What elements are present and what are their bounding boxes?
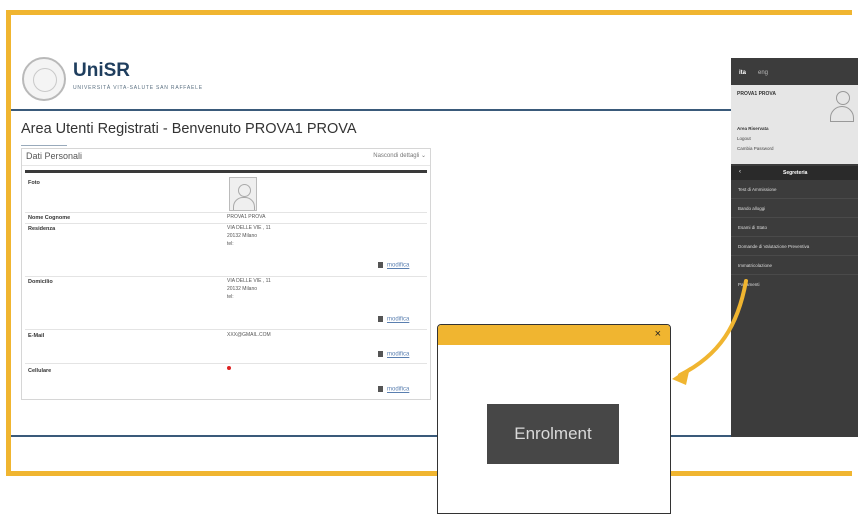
sidebar-item-label: Bando alloggi xyxy=(738,206,766,211)
title-underline xyxy=(21,145,67,146)
edit-icon xyxy=(378,262,383,268)
segreteria-header: ‹ Segreteria xyxy=(731,166,858,180)
user-name: PROVA1 PROVA xyxy=(737,91,776,97)
edit-label: modifica xyxy=(387,316,410,323)
logo-subtitle: UNIVERSITÀ VITA-SALUTE SAN RAFFAELE xyxy=(73,85,203,91)
enrolment-button[interactable]: Enrolment xyxy=(487,404,619,464)
header-divider xyxy=(11,109,731,111)
row-divider xyxy=(25,212,427,213)
value-residenza: VIA DELLE VIE , 11 20132 Milano tel: xyxy=(227,225,271,247)
change-password-link[interactable]: Cambia Password xyxy=(737,146,774,151)
callout-arrow-icon xyxy=(672,279,748,385)
sidebar-item-label: Immatricolazione xyxy=(738,263,773,268)
row-divider xyxy=(25,329,427,330)
logo-name: UniSR xyxy=(73,60,130,81)
edit-residenza-link[interactable]: modifica xyxy=(378,262,409,269)
segreteria-title: Segreteria xyxy=(783,170,808,176)
lang-eng[interactable]: eng xyxy=(758,70,768,76)
close-icon[interactable]: × xyxy=(655,328,661,340)
sidebar-item-valutazione-preventiva[interactable]: Domande di Valutazione Preventiva xyxy=(731,237,858,256)
university-seal-logo xyxy=(22,57,66,101)
edit-icon xyxy=(378,386,383,392)
edit-cellulare-link[interactable]: modifica xyxy=(378,386,409,393)
sidebar: ita eng PROVA1 PROVA Area Riservata Logo… xyxy=(731,58,858,437)
sidebar-item-bando-alloggi[interactable]: Bando alloggi xyxy=(731,199,858,218)
enrolment-popup: × Enrolment xyxy=(437,324,671,514)
lang-ita[interactable]: ita xyxy=(739,70,746,76)
chevron-down-icon: ⌄ xyxy=(420,153,426,159)
label-foto: Foto xyxy=(28,180,40,186)
edit-icon xyxy=(378,316,383,322)
label-cellulare: Cellulare xyxy=(28,368,52,374)
label-domicilio: Domicilio xyxy=(28,279,53,285)
label-nome-cognome: Nome Cognome xyxy=(28,215,71,221)
user-links: Area Riservata Logout Cambia Password xyxy=(731,126,858,164)
required-dot-icon xyxy=(227,366,231,370)
panel-dark-bar xyxy=(25,170,427,173)
value-domicilio: VIA DELLE VIE , 11 20132 Milano tel: xyxy=(227,278,271,300)
sidebar-item-test-ammissione[interactable]: Test di Ammissione xyxy=(731,180,858,199)
edit-email-link[interactable]: modifica xyxy=(378,351,409,358)
user-avatar-icon xyxy=(830,91,854,122)
sidebar-item-immatricolazione[interactable]: Immatricolazione xyxy=(731,256,858,275)
label-email: E-Mail xyxy=(28,333,45,339)
row-divider xyxy=(25,223,427,224)
user-photo-placeholder-icon xyxy=(229,177,257,211)
sidebar-item-label: Esami di Stato xyxy=(738,225,768,230)
sidebar-item-label: Domande di Valutazione Preventiva xyxy=(738,244,810,249)
hide-details-toggle[interactable]: Nascondi dettagli ⌄ xyxy=(373,152,426,159)
edit-label: modifica xyxy=(387,351,410,358)
edit-domicilio-link[interactable]: modifica xyxy=(378,316,409,323)
personal-data-panel: Dati Personali Nascondi dettagli ⌄ Foto … xyxy=(21,148,431,400)
value-email: XXX@GMAIL.COM xyxy=(227,332,271,338)
label-residenza: Residenza xyxy=(28,226,56,232)
chevron-left-icon[interactable]: ‹ xyxy=(739,169,741,175)
row-divider xyxy=(25,363,427,364)
sidebar-item-pagamenti[interactable]: Pagamenti xyxy=(731,275,858,293)
value-nome-cognome: PROVA1 PROVA xyxy=(227,214,266,220)
page-title: Area Utenti Registrati - Benvenuto PROVA… xyxy=(21,121,357,137)
sidebar-item-label: Test di Ammissione xyxy=(738,187,777,192)
panel-header: Dati Personali Nascondi dettagli ⌄ xyxy=(22,149,430,166)
popup-title-bar: × xyxy=(438,325,670,345)
panel-title: Dati Personali xyxy=(26,151,83,161)
area-riservata-label: Area Riservata xyxy=(737,126,769,131)
edit-label: modifica xyxy=(387,262,410,269)
logout-link[interactable]: Logout xyxy=(737,136,751,141)
hide-details-label: Nascondi dettagli xyxy=(373,153,420,159)
row-divider xyxy=(25,276,427,277)
sidebar-item-esami-stato[interactable]: Esami di Stato xyxy=(731,218,858,237)
edit-icon xyxy=(378,351,383,357)
edit-label: modifica xyxy=(387,386,410,393)
